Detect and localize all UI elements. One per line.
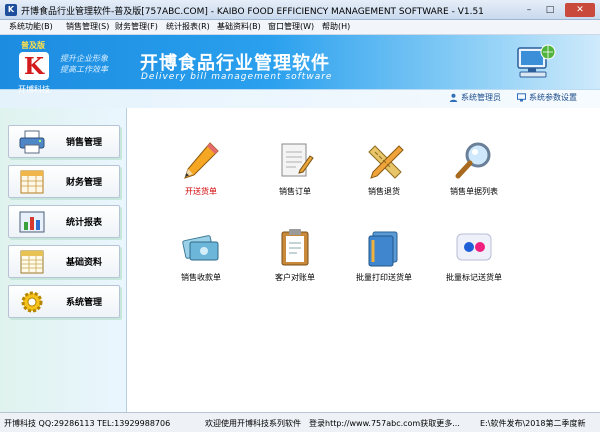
sidebar-item-basic-data[interactable]: 基础资料 — [8, 245, 120, 278]
printer-icon — [19, 130, 45, 154]
logo-mark: K — [19, 52, 49, 80]
menu-finance[interactable]: 财务管理(F) — [115, 21, 158, 32]
logo: 普及版 K 开博科技 — [14, 40, 56, 98]
sidebar-item-reports[interactable]: 统计报表 — [8, 205, 120, 238]
sidebar-item-sales[interactable]: 销售管理 — [8, 125, 120, 158]
edition-label: 普及版 — [21, 41, 45, 50]
status-welcome: 欢迎使用开博科技系列软件 — [205, 419, 301, 428]
app-icon: K — [5, 4, 17, 16]
notepad-icon — [281, 143, 314, 177]
menu-window[interactable]: 窗口管理(W) — [268, 21, 314, 32]
spreadsheet-icon — [19, 170, 45, 194]
tile-create-delivery[interactable]: 开送货单 — [159, 140, 243, 204]
sidebar-item-label: 销售管理 — [66, 138, 103, 148]
sidebar-item-label: 财务管理 — [66, 178, 103, 188]
menu-sales[interactable]: 销售管理(S) — [66, 21, 109, 32]
tile-label: 批量打印送货单 — [356, 273, 412, 282]
company-name: 开博科技 — [18, 85, 50, 94]
main-content: 开送货单 销售订单 销售退货 销售单据列表 销售收款单 客户对账单 批量打印送货… — [127, 108, 600, 412]
admin-label: 系统管理员 — [461, 93, 501, 102]
status-contact: 开博科技 QQ:29286113 TEL:13929988706 — [4, 419, 171, 428]
title-bar: K 开博食品行业管理软件-普及版[757ABC.COM] - KAIBO FOO… — [0, 0, 600, 20]
tile-label: 销售退货 — [368, 187, 400, 196]
close-button[interactable]: ✕ — [565, 3, 595, 17]
slogan: 提升企业形象 提高工作效率 — [60, 53, 108, 75]
tile-sales-order[interactable]: 销售订单 — [253, 140, 337, 204]
menu-system[interactable]: 系统功能(B) — [9, 21, 53, 32]
sidebar-item-system[interactable]: 系统管理 — [8, 285, 120, 318]
clipboard-icon — [281, 229, 309, 266]
pencil-icon — [184, 142, 219, 179]
tile-label: 销售单据列表 — [450, 187, 498, 196]
folders-icon — [368, 231, 398, 267]
minimize-button[interactable]: – — [520, 3, 538, 17]
menu-reports[interactable]: 统计报表(R) — [166, 21, 210, 32]
tile-sales-receipt[interactable]: 销售收款单 — [159, 226, 243, 290]
tile-sales-return[interactable]: 销售退货 — [342, 140, 426, 204]
tile-customer-statement[interactable]: 客户对账单 — [253, 226, 337, 290]
settings-link[interactable]: 系统参数设置 — [517, 92, 577, 103]
tile-batch-print[interactable]: 批量打印送货单 — [342, 226, 426, 290]
tile-label: 客户对账单 — [275, 273, 315, 282]
computer-globe-icon — [517, 44, 556, 78]
banner-strip — [0, 89, 600, 108]
ruler-pencil-icon — [368, 145, 404, 179]
gear-icon — [19, 290, 45, 314]
admin-link[interactable]: 系统管理员 — [449, 92, 501, 103]
status-path: E:\软件发布\2018第二季度新 — [480, 419, 586, 428]
tile-label: 销售收款单 — [181, 273, 221, 282]
settings-label: 系统参数设置 — [529, 93, 577, 102]
tile-sales-list[interactable]: 销售单据列表 — [432, 140, 516, 204]
monitor-icon — [517, 93, 526, 102]
status-website[interactable]: 登录http://www.757abc.com获取更多... — [309, 418, 460, 429]
sidebar-item-label: 基础资料 — [66, 258, 103, 268]
data-grid-icon — [19, 250, 45, 274]
menu-bar: 系统功能(B) 销售管理(S) 财务管理(F) 统计报表(R) 基础资料(B) … — [0, 20, 600, 35]
tile-label: 批量标记送货单 — [446, 273, 502, 282]
tile-batch-mark[interactable]: 批量标记送货单 — [432, 226, 516, 290]
maximize-button[interactable]: □ — [541, 3, 559, 17]
sidebar-item-label: 统计报表 — [66, 218, 103, 228]
sidebar-item-label: 系统管理 — [66, 298, 103, 308]
product-subtitle: Delivery bill management software — [141, 72, 333, 82]
menu-basic-data[interactable]: 基础资料(B) — [217, 21, 261, 32]
logo-letter: K — [24, 53, 44, 80]
status-bar: 开博科技 QQ:29286113 TEL:13929988706 欢迎使用开博科… — [0, 412, 600, 432]
magnifier-icon — [455, 142, 491, 179]
slogan-line-1: 提升企业形象 — [60, 54, 108, 63]
tile-label: 开送货单 — [185, 187, 217, 196]
money-card-icon — [182, 235, 219, 261]
bar-chart-icon — [19, 210, 45, 234]
sidebar: 销售管理 财务管理 统计报表 基础资料 系统管理 — [0, 108, 127, 412]
flickr-icon — [456, 233, 492, 261]
user-icon — [449, 93, 458, 102]
sidebar-item-finance[interactable]: 财务管理 — [8, 165, 120, 198]
menu-help[interactable]: 帮助(H) — [322, 21, 350, 32]
slogan-line-2: 提高工作效率 — [60, 65, 108, 74]
tile-label: 销售订单 — [279, 187, 311, 196]
window-title: 开博食品行业管理软件-普及版[757ABC.COM] - KAIBO FOOD … — [21, 7, 484, 17]
